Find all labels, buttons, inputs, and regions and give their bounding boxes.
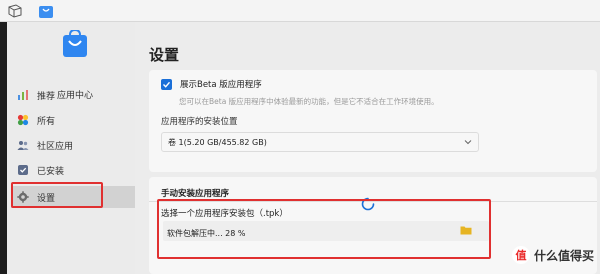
sidebar-item-label: 已安装 — [37, 166, 65, 177]
main-panel: 设置 展示Beta 版应用程序 您可以在Beta 版应用程序中体验最新的功能，但… — [135, 22, 600, 274]
installed-icon — [18, 165, 28, 175]
highlight-box — [11, 182, 103, 208]
progress-status: 软件包解压中... 28 % — [167, 229, 246, 238]
bar-chart-icon — [18, 90, 28, 100]
watermark-text: 什么值得买 — [533, 248, 594, 263]
beta-option[interactable]: 展示Beta 版应用程序 — [161, 78, 262, 90]
watermark-logo: 值 — [511, 246, 530, 264]
flower-icon — [17, 114, 29, 126]
install-location-select[interactable]: 卷 1(5.20 GB/455.82 GB) — [161, 132, 479, 152]
checkmark-icon — [163, 81, 171, 88]
sidebar-item-community[interactable]: 社区应用 — [11, 134, 135, 156]
sidebar-item-label: 社区应用 — [37, 141, 74, 152]
sidebar-item-label: 推荐 — [37, 91, 56, 102]
beta-label: 展示Beta 版应用程序 — [180, 80, 262, 90]
app-center-logo-icon — [63, 30, 87, 57]
sidebar-item-settings[interactable]: 设置 — [11, 182, 135, 208]
choose-package-label: 选择一个应用程序安装包（.tpk） — [161, 209, 288, 219]
sidebar-item-all[interactable]: 所有 — [11, 109, 135, 131]
window-icon[interactable] — [7, 3, 23, 19]
sidebar-item-recommended[interactable]: 推荐 — [11, 84, 135, 106]
install-location-value: 卷 1(5.20 GB/455.82 GB) — [168, 137, 267, 147]
app-center-taskbar-icon[interactable] — [38, 3, 54, 19]
taskbar — [0, 0, 600, 22]
sidebar-item-installed[interactable]: 已安装 — [11, 159, 135, 181]
window-edge — [0, 22, 7, 274]
community-icon — [17, 141, 29, 150]
sidebar: 应用中心 推荐 所有 社区应用 已安装 设置 — [7, 22, 135, 274]
chevron-down-icon — [464, 140, 472, 145]
manual-install-title: 手动安装应用程序 — [161, 189, 230, 199]
page-title: 设置 — [149, 46, 180, 64]
beta-description: 您可以在Beta 版应用程序中体验最新的功能，但是它不适合在工作环境使用。 — [179, 97, 439, 106]
beta-checkbox[interactable] — [161, 78, 172, 90]
folder-icon[interactable] — [460, 225, 472, 235]
install-location-label: 应用程序的安装位置 — [161, 117, 238, 127]
sidebar-item-label: 所有 — [37, 116, 56, 127]
beta-settings-card: 展示Beta 版应用程序 您可以在Beta 版应用程序中体验最新的功能，但是它不… — [149, 70, 597, 172]
watermark: 值 什么值得买 — [511, 246, 594, 264]
